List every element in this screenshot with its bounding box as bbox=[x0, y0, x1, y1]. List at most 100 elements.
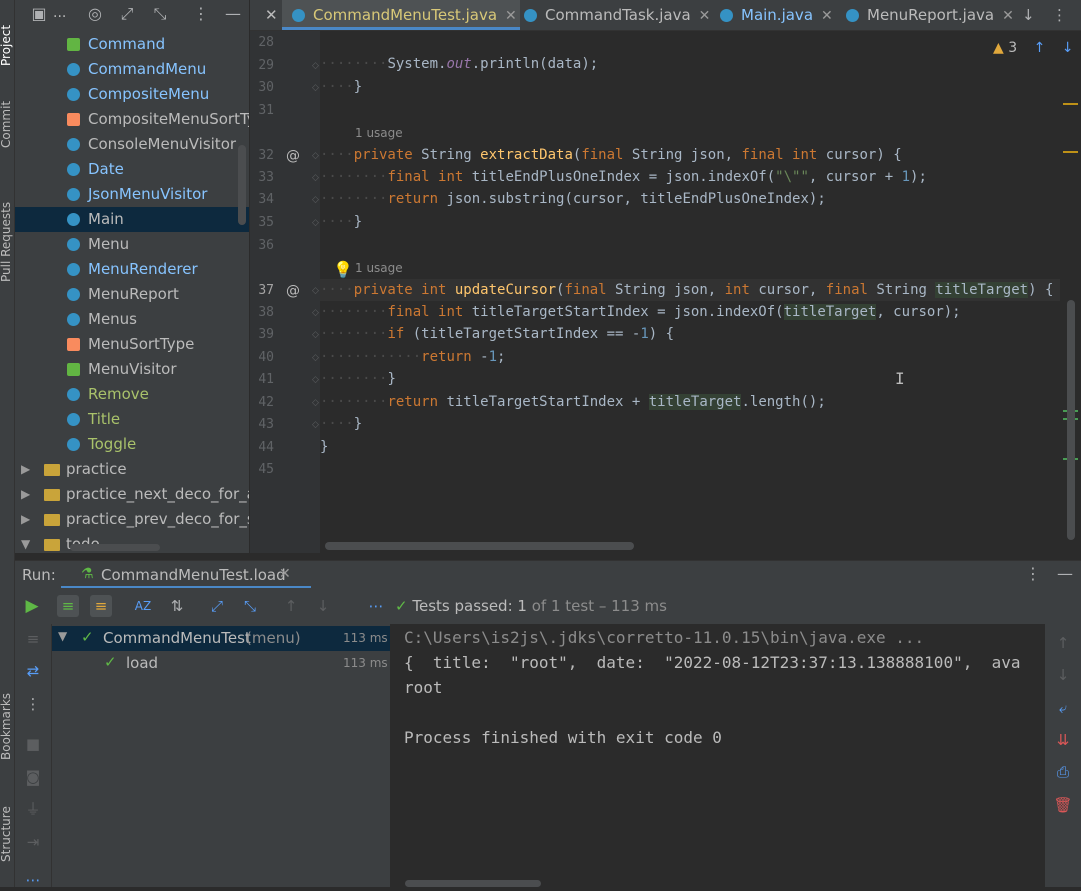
more-side-icon[interactable]: ⋯ bbox=[22, 869, 44, 891]
fold-marker-icon[interactable]: ◇ bbox=[312, 61, 319, 71]
tab-list-dropdown-icon[interactable]: ↓ bbox=[1022, 0, 1035, 30]
console-output[interactable]: C:\Users\is2js\.jdks\corretto-11.0.15\bi… bbox=[391, 624, 1045, 887]
close-tab-icon[interactable]: ✕ bbox=[699, 8, 711, 24]
bookmarks-tool-tab[interactable]: Bookmarks bbox=[0, 693, 13, 760]
collapse-all-icon[interactable]: ⤡ bbox=[150, 4, 170, 24]
pull-requests-tool-tab[interactable]: Pull Requests bbox=[0, 202, 13, 282]
exit-icon[interactable]: ⇥ bbox=[22, 831, 44, 853]
run-minimize-icon[interactable]: — bbox=[1057, 564, 1073, 583]
tree-class-item[interactable]: ConsoleMenuVisitor bbox=[15, 132, 249, 157]
tree-class-item[interactable]: CompositeMenuSortType bbox=[15, 107, 249, 132]
up-stack-icon[interactable]: ↑ bbox=[1052, 632, 1074, 654]
options-menu-icon[interactable]: ⋮ bbox=[191, 4, 211, 24]
inspection-widget[interactable]: ▲ 3 ↑ ↓ bbox=[993, 40, 1074, 56]
trash-icon[interactable]: 🗑 bbox=[1052, 794, 1074, 816]
fold-marker-icon[interactable]: ◇ bbox=[312, 353, 319, 363]
tree-class-item[interactable]: CompositeMenu bbox=[15, 82, 249, 107]
editor-hscrollbar[interactable] bbox=[325, 542, 634, 550]
previous-highlight-icon[interactable]: ↑ bbox=[1034, 40, 1046, 56]
tab-commandmenutest[interactable]: CommandMenuTest.java ✕ bbox=[282, 0, 520, 30]
tree-folder-item[interactable]: ▶ practice bbox=[15, 457, 249, 482]
fold-marker-icon[interactable]: ◇ bbox=[312, 398, 319, 408]
test-row[interactable]: ✓ load 113 ms bbox=[52, 651, 390, 676]
run-config-tab[interactable]: ⚗ CommandMenuTest.load ✕ bbox=[61, 561, 311, 589]
chevron-right-icon[interactable]: ▶ bbox=[21, 457, 30, 482]
tree-class-item[interactable]: MenuSortType bbox=[15, 332, 249, 357]
tree-class-item[interactable]: Toggle bbox=[15, 432, 249, 457]
chevron-right-icon[interactable]: ▶ bbox=[21, 482, 30, 507]
collapse-all-icon[interactable]: ⤡ bbox=[239, 595, 261, 617]
close-tab-icon[interactable]: ✕ bbox=[821, 8, 833, 24]
stop-square-icon[interactable]: ■ bbox=[22, 733, 44, 755]
project-scrollbar[interactable] bbox=[238, 145, 246, 225]
folder-view-icon[interactable]: ▣ bbox=[29, 4, 49, 24]
test-row[interactable]: ▼ ✓ CommandMenuTest (menu) 113 ms bbox=[52, 626, 390, 651]
project-hscrollbar[interactable] bbox=[70, 544, 160, 551]
code-editor[interactable]: ········System.out.println(data); ····} … bbox=[320, 31, 1065, 553]
tree-class-item[interactable]: Menu bbox=[15, 232, 249, 257]
fold-marker-icon[interactable]: ◇ bbox=[312, 195, 319, 205]
fold-marker-icon[interactable]: ◇ bbox=[312, 330, 319, 340]
minimize-icon[interactable]: — bbox=[223, 4, 243, 24]
expand-all-icon[interactable]: ⤢ bbox=[117, 4, 137, 24]
console-hscrollbar[interactable] bbox=[405, 880, 541, 887]
next-highlight-icon[interactable]: ↓ bbox=[1062, 40, 1074, 56]
tree-folder-item[interactable]: ▶ practice_next_deco_for_add bbox=[15, 482, 249, 507]
tree-class-item[interactable]: MenuRenderer bbox=[15, 257, 249, 282]
lightbulb-icon[interactable]: 💡 bbox=[333, 260, 353, 279]
fold-marker-icon[interactable]: ◇ bbox=[312, 151, 319, 161]
more-tabs-icon[interactable]: ✕ bbox=[265, 0, 278, 30]
project-tool-tab[interactable]: Project bbox=[0, 25, 13, 66]
run-options-icon[interactable]: ⋮ bbox=[1025, 564, 1041, 583]
tree-class-item[interactable]: Main bbox=[15, 207, 249, 232]
fold-marker-icon[interactable]: ◇ bbox=[312, 218, 319, 228]
fold-marker-icon[interactable]: ◇ bbox=[312, 308, 319, 318]
plug-icon[interactable]: ⏚ bbox=[22, 798, 44, 820]
more-actions-icon[interactable]: ⋯ bbox=[365, 595, 387, 617]
editor-vscrollbar[interactable] bbox=[1067, 300, 1075, 540]
rerun-icon[interactable]: ▶ bbox=[21, 595, 43, 617]
override-marker-icon[interactable]: @ bbox=[286, 283, 300, 299]
down-stack-icon[interactable]: ↓ bbox=[1052, 664, 1074, 686]
tree-class-item[interactable]: MenuVisitor bbox=[15, 357, 249, 382]
tree-class-item[interactable]: JsonMenuVisitor bbox=[15, 182, 249, 207]
show-ignored-icon[interactable]: ≡ bbox=[90, 595, 112, 617]
print-icon[interactable]: ⎙ bbox=[1052, 761, 1074, 783]
camera-icon[interactable]: ◙ bbox=[22, 766, 44, 788]
fold-marker-icon[interactable]: ◇ bbox=[312, 173, 319, 183]
warning-stripe[interactable] bbox=[1063, 151, 1078, 153]
project-view-dropdown[interactable]: ... bbox=[53, 5, 66, 21]
tree-class-item[interactable]: MenuReport bbox=[15, 282, 249, 307]
tab-menureport[interactable]: MenuReport.java ✕ bbox=[846, 0, 1014, 30]
fold-marker-icon[interactable]: ◇ bbox=[312, 420, 319, 430]
sort-alphabetically-icon[interactable]: AZ bbox=[132, 595, 154, 617]
structure-tool-tab[interactable]: Structure bbox=[0, 806, 13, 862]
tab-main[interactable]: Main.java ✕ bbox=[720, 0, 833, 30]
expand-all-icon[interactable]: ⤢ bbox=[206, 595, 228, 617]
tree-class-item[interactable]: CommandMenu bbox=[15, 57, 249, 82]
previous-test-icon[interactable]: ↑ bbox=[280, 595, 302, 617]
target-icon[interactable]: ◎ bbox=[85, 4, 105, 24]
tree-class-item[interactable]: Remove bbox=[15, 382, 249, 407]
stop-icon[interactable]: ≡ bbox=[22, 628, 44, 650]
tree-class-item[interactable]: Title bbox=[15, 407, 249, 432]
tab-options-icon[interactable]: ⋮ bbox=[1052, 0, 1067, 30]
chevron-right-icon[interactable]: ▶ bbox=[21, 507, 30, 532]
tab-commandtask[interactable]: CommandTask.java ✕ bbox=[524, 0, 710, 30]
sort-by-duration-icon[interactable]: ⇅ bbox=[166, 595, 188, 617]
toggle-auto-test-icon[interactable]: ⇄ bbox=[22, 660, 44, 682]
fold-marker-icon[interactable]: ◇ bbox=[312, 375, 319, 385]
fold-marker-icon[interactable]: ◇ bbox=[312, 286, 319, 296]
tree-class-item[interactable]: Date bbox=[15, 157, 249, 182]
show-passed-icon[interactable]: ≡ bbox=[57, 595, 79, 617]
usage-hint[interactable]: 1 usage bbox=[355, 126, 403, 140]
next-test-icon[interactable]: ↓ bbox=[312, 595, 334, 617]
commit-tool-tab[interactable]: Commit bbox=[0, 101, 13, 148]
tree-class-item[interactable]: Command bbox=[15, 32, 249, 57]
override-marker-icon[interactable]: @ bbox=[286, 148, 300, 164]
close-tab-icon[interactable]: ✕ bbox=[505, 8, 517, 24]
side-options-icon[interactable]: ⋮ bbox=[22, 693, 44, 715]
close-tab-icon[interactable]: ✕ bbox=[279, 566, 291, 582]
chevron-down-icon[interactable]: ▼ bbox=[21, 532, 30, 553]
soft-wrap-icon[interactable]: ⤶ bbox=[1052, 697, 1074, 719]
